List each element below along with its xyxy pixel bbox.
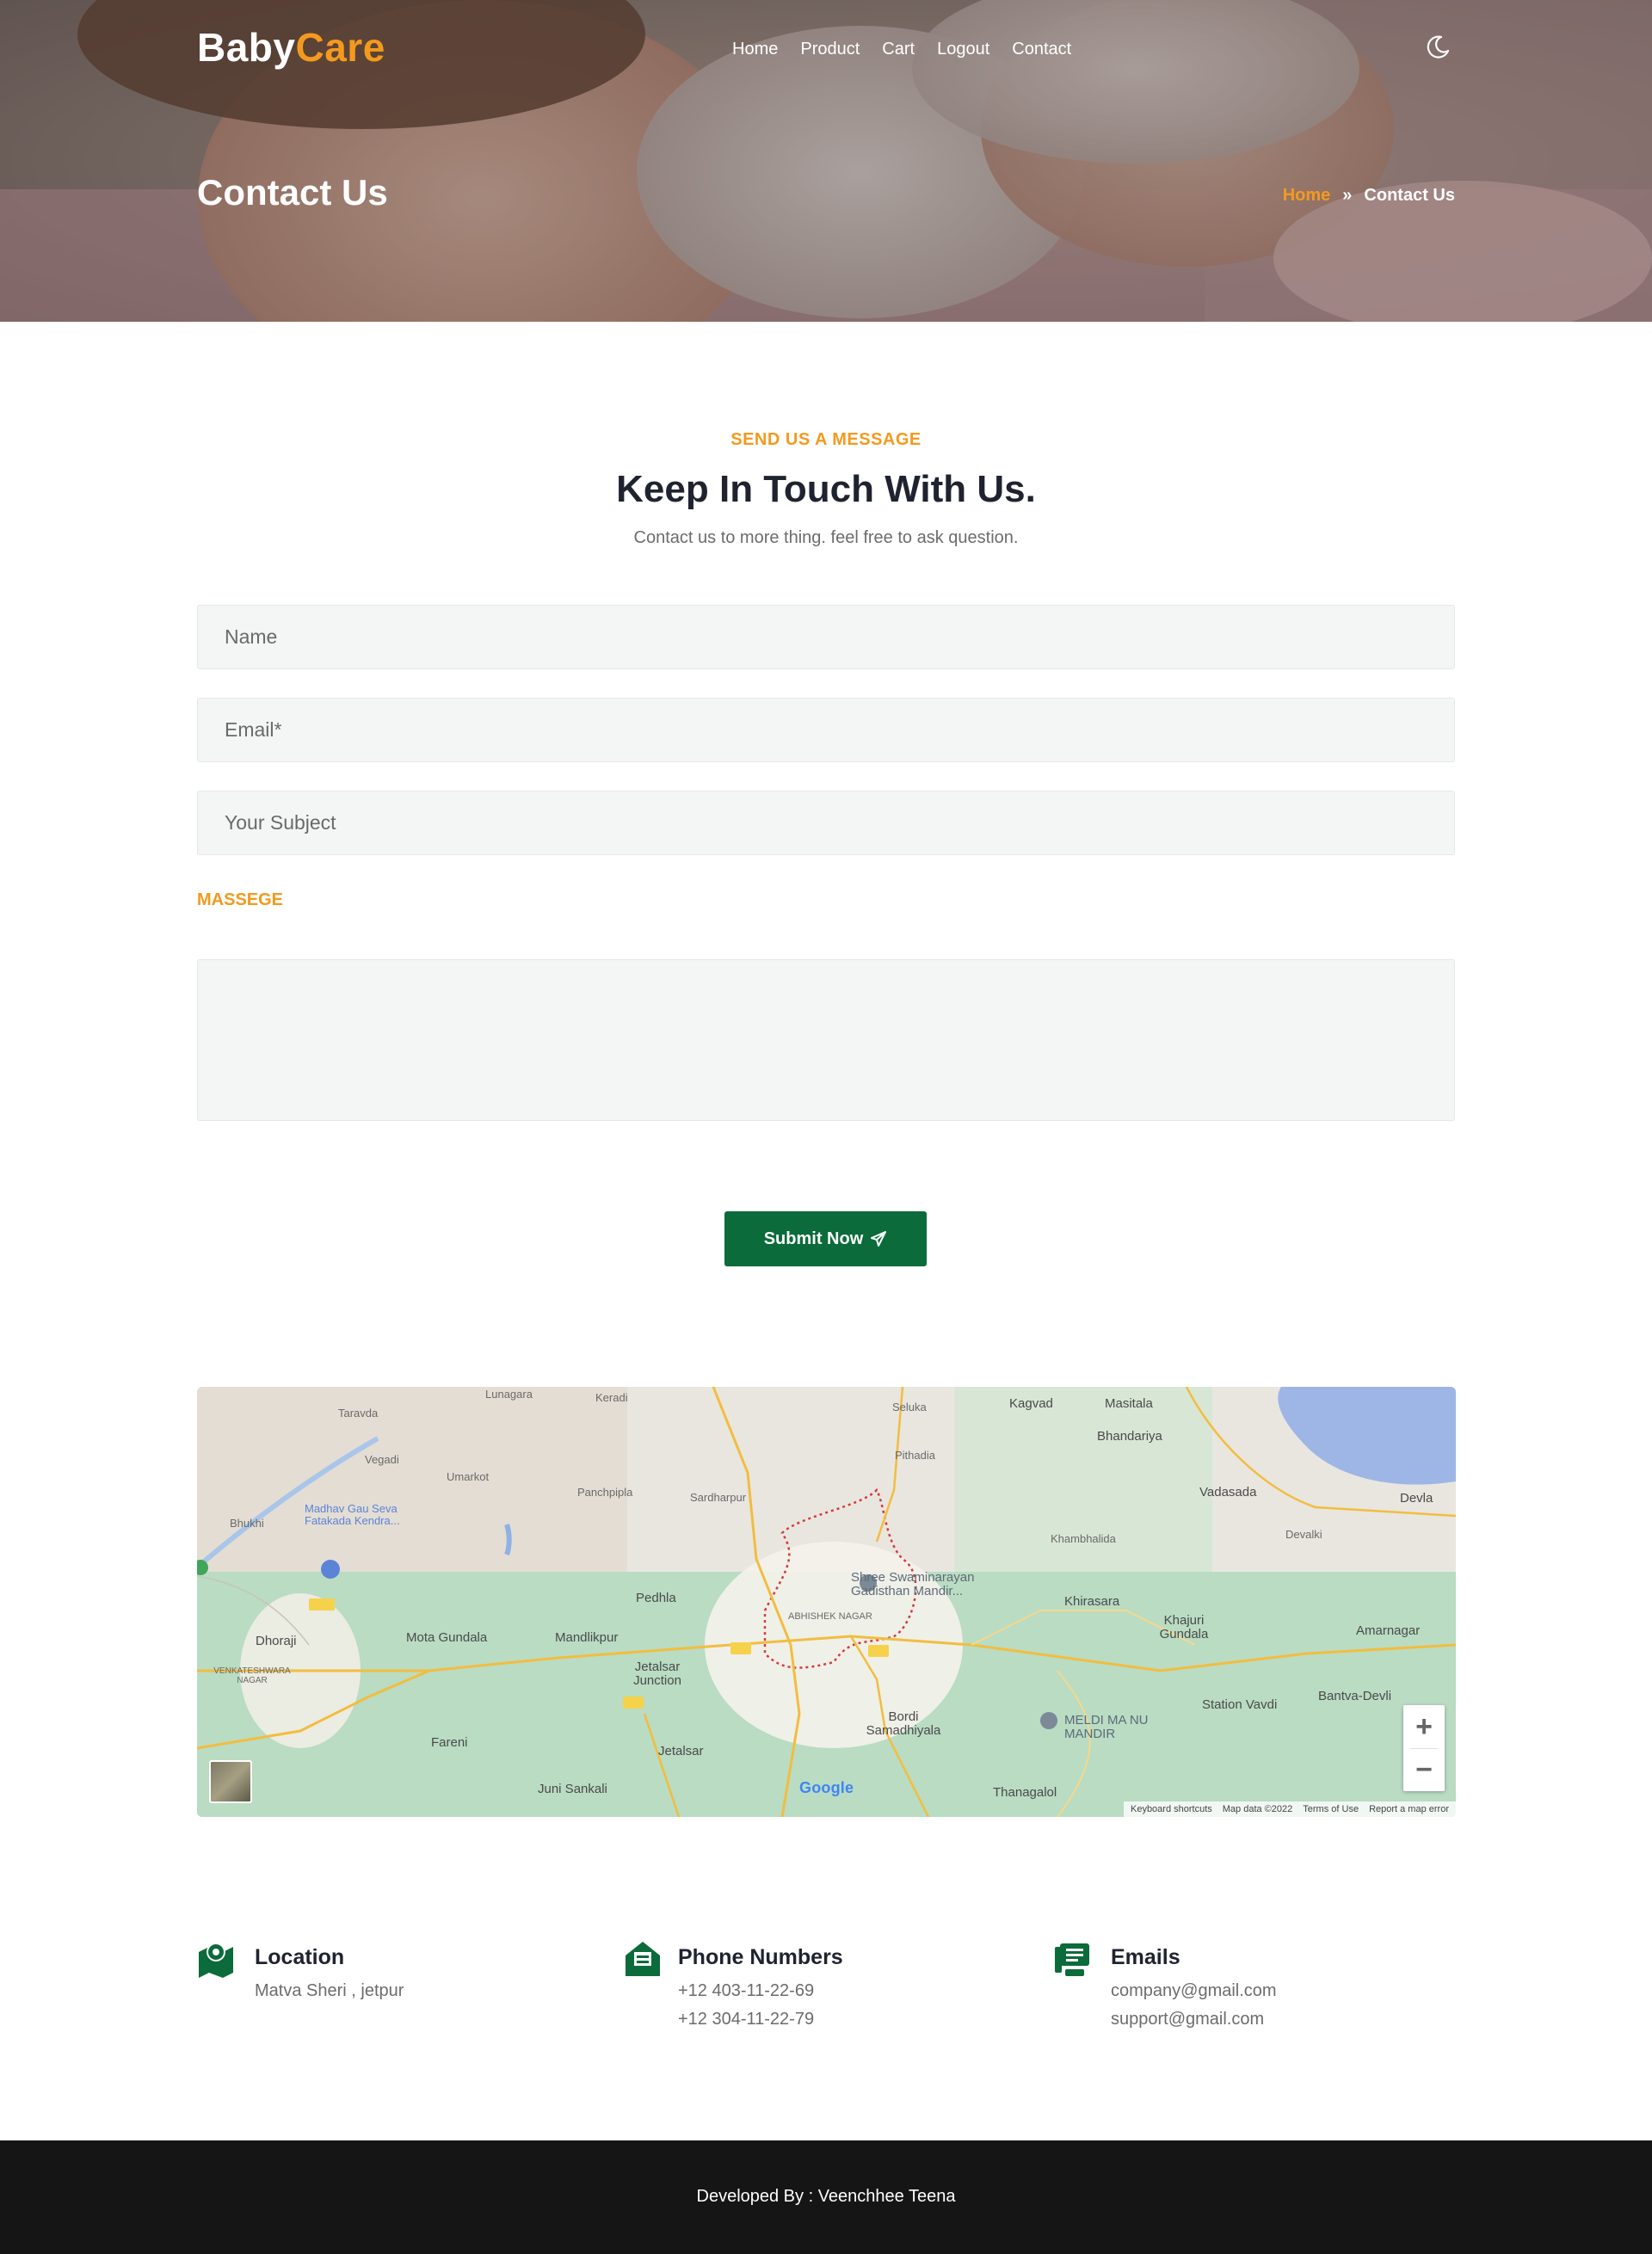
map-label: Juni Sankali <box>538 1782 607 1796</box>
map-label: Jetalsar Junction <box>633 1660 681 1688</box>
map-tiles <box>197 1387 1456 1817</box>
nav-logout[interactable]: Logout <box>937 40 989 59</box>
footer-credit: Developed By : Veenchhee Teena <box>696 2187 956 2206</box>
map-label: Masitala <box>1105 1396 1153 1411</box>
map-label: Vadasada <box>1199 1485 1257 1500</box>
site-footer: Developed By : Veenchhee Teena <box>0 2140 1652 2254</box>
submit-label: Submit Now <box>763 1229 864 1248</box>
map-label: Devalki <box>1285 1528 1322 1541</box>
map-pin-icon <box>199 1943 233 1978</box>
map-label: VENKATESHWARA NAGAR <box>213 1666 291 1685</box>
map-label: Khajuri Gundala <box>1159 1613 1209 1641</box>
map-label: Bhukhi <box>230 1517 264 1530</box>
subject-input[interactable] <box>197 791 1455 855</box>
map-label: Mota Gundala <box>406 1630 488 1645</box>
page-title: Contact Us <box>197 172 388 212</box>
section-kicker: SEND US A MESSAGE <box>730 430 922 449</box>
map-label: Khirasara <box>1064 1594 1120 1609</box>
breadcrumb: Home » Contact Us <box>1283 186 1455 206</box>
nav-product[interactable]: Product <box>800 40 860 59</box>
location-map[interactable]: Lunagara Keradi Seluka Kagvad Masitala T… <box>197 1387 1456 1817</box>
map-label: Thanagalol <box>993 1785 1057 1800</box>
map-label: Devla <box>1400 1491 1433 1506</box>
nav-contact[interactable]: Contact <box>1012 40 1071 59</box>
map-label: Bhandariya <box>1097 1429 1162 1444</box>
brand-part-care: Care <box>295 25 385 70</box>
map-attribution-bar: Keyboard shortcuts Map data ©2022 Terms … <box>1123 1801 1456 1817</box>
zoom-out-button[interactable]: − <box>1403 1748 1445 1791</box>
google-logo: Google <box>799 1779 854 1797</box>
map-label: Pithadia <box>895 1449 935 1462</box>
map-keyboard-shortcuts[interactable]: Keyboard shortcuts <box>1131 1804 1212 1814</box>
map-label: Lunagara <box>485 1388 533 1401</box>
map-layer-thumbnail[interactable] <box>209 1760 252 1803</box>
phone-title: Phone Numbers <box>678 1945 843 1969</box>
map-label: Dhoraji <box>256 1634 297 1648</box>
phone-book-icon <box>626 1942 660 1976</box>
map-report-link[interactable]: Report a map error <box>1369 1804 1449 1814</box>
map-label: Shree Swaminarayan Gadisthan Mandir... <box>851 1570 975 1598</box>
map-label: Bantva-Devli <box>1318 1689 1392 1703</box>
message-textarea[interactable] <box>197 959 1455 1121</box>
brand-part-baby: Baby <box>197 25 296 70</box>
map-label: ABHISHEK NAGAR <box>788 1611 872 1622</box>
map-label: Bordi Samadhiyala <box>866 1709 941 1738</box>
zoom-divider <box>1410 1748 1438 1749</box>
map-zoom-control: + − <box>1403 1705 1445 1791</box>
message-label: MASSEGE <box>197 890 284 909</box>
map-label: Station Vavdi <box>1202 1697 1278 1712</box>
map-label: Panchpipla <box>577 1486 633 1499</box>
moon-icon[interactable] <box>1425 34 1451 60</box>
map-label: Umarkot <box>447 1470 490 1483</box>
section-headline: Keep In Touch With Us. <box>616 468 1036 510</box>
nav-home[interactable]: Home <box>732 40 778 59</box>
map-label: Sardharpur <box>690 1491 747 1504</box>
map-label: Taravda <box>338 1407 379 1420</box>
breadcrumb-home[interactable]: Home <box>1283 186 1331 206</box>
breadcrumb-separator: » <box>1342 186 1353 205</box>
breadcrumb-current: Contact Us <box>1364 186 1455 205</box>
map-label: Mandlikpur <box>555 1630 619 1645</box>
map-label: MELDI MA NU MANDIR <box>1064 1713 1149 1741</box>
map-label: Vegadi <box>365 1453 399 1466</box>
map-label: Fareni <box>431 1735 468 1750</box>
location-title: Location <box>255 1945 345 1969</box>
brand-logo[interactable]: BabyCare <box>197 24 385 71</box>
nav-cart[interactable]: Cart <box>882 40 915 59</box>
email-line-2[interactable]: support@gmail.com <box>1111 2010 1264 2029</box>
map-label: Keradi <box>595 1391 628 1404</box>
map-label: Seluka <box>892 1401 927 1413</box>
location-line: Matva Sheri , jetpur <box>255 1981 404 2000</box>
emails-title: Emails <box>1111 1945 1180 1969</box>
google-logo-text: Google <box>799 1779 854 1796</box>
main-nav: Home Product Cart Logout Contact <box>732 40 1094 59</box>
email-line-1[interactable]: company@gmail.com <box>1111 1981 1277 2001</box>
paper-plane-icon <box>871 1231 887 1247</box>
submit-button[interactable]: Submit Now <box>724 1211 927 1266</box>
map-label: Madhav Gau Seva Fatakada Kendra... <box>305 1502 400 1527</box>
map-terms-link[interactable]: Terms of Use <box>1303 1804 1359 1814</box>
email-fax-icon <box>1055 1943 1089 1976</box>
map-label: Jetalsar <box>658 1744 704 1758</box>
section-subline: Contact us to more thing. feel free to a… <box>633 528 1019 547</box>
map-label: Pedhla <box>636 1591 676 1605</box>
phone-line-2: +12 304-11-22-79 <box>678 2010 815 2029</box>
map-data-credit: Map data ©2022 <box>1222 1804 1293 1814</box>
name-input[interactable] <box>197 605 1455 669</box>
map-label: Khambhalida <box>1051 1532 1116 1545</box>
email-input[interactable] <box>197 698 1455 762</box>
phone-line-1: +12 403-11-22-69 <box>678 1981 815 2000</box>
map-label: Amarnagar <box>1356 1623 1421 1638</box>
map-label: Kagvad <box>1009 1396 1053 1411</box>
zoom-in-button[interactable]: + <box>1403 1705 1445 1748</box>
